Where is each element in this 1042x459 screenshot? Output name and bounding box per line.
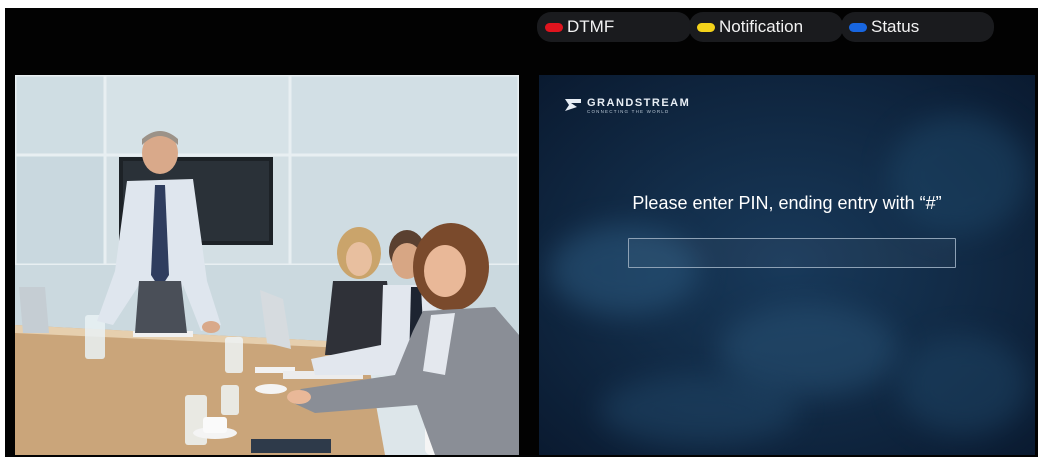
- notification-indicator[interactable]: Notification: [689, 12, 843, 42]
- status-indicator[interactable]: Status: [841, 12, 994, 42]
- notification-label: Notification: [719, 17, 804, 36]
- background-glow: [899, 335, 1029, 435]
- background-glow: [599, 375, 799, 445]
- grandstream-logo-icon: [565, 99, 581, 111]
- dtmf-status-dot-icon: [545, 22, 563, 32]
- video-call-screen: DTMF Notification Status GRANDSTREAM CON…: [5, 8, 1038, 457]
- brand-name: GRANDSTREAM: [587, 97, 691, 109]
- conference-room-video-image: [15, 75, 519, 455]
- remote-video-feed: [15, 75, 519, 455]
- status-dot-icon: [849, 22, 867, 32]
- pin-input[interactable]: [628, 238, 956, 268]
- grandstream-logo: GRANDSTREAM CONNECTING THE WORLD: [563, 97, 690, 115]
- background-glow: [889, 115, 1029, 235]
- brand-tagline: CONNECTING THE WORLD: [587, 109, 670, 114]
- pin-entry-screen: GRANDSTREAM CONNECTING THE WORLD Please …: [539, 75, 1035, 455]
- dtmf-indicator[interactable]: DTMF: [537, 12, 691, 42]
- dtmf-label: DTMF: [567, 17, 615, 36]
- status-label: Status: [871, 17, 920, 36]
- notification-status-dot-icon: [697, 22, 715, 32]
- pin-prompt-text: Please enter PIN, ending entry with “#”: [632, 193, 942, 213]
